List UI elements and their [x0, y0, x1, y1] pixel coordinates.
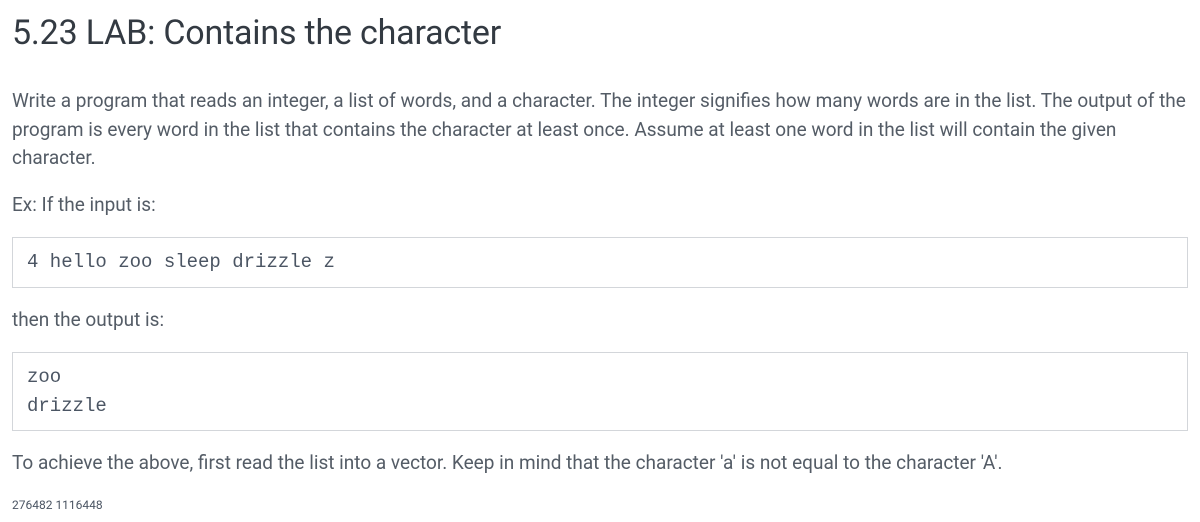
example-output-label: then the output is: — [12, 306, 1188, 335]
example-output-code: zoo drizzle — [12, 352, 1188, 431]
example-input-code: 4 hello zoo sleep drizzle z — [12, 237, 1188, 288]
intro-paragraph: Write a program that reads an integer, a… — [12, 87, 1188, 173]
footer-id: 276482 1116448 — [12, 496, 1188, 514]
lab-title: 5.23 LAB: Contains the character — [12, 8, 1188, 59]
example-input-label: Ex: If the input is: — [12, 191, 1188, 220]
closing-paragraph: To achieve the above, first read the lis… — [12, 449, 1188, 478]
